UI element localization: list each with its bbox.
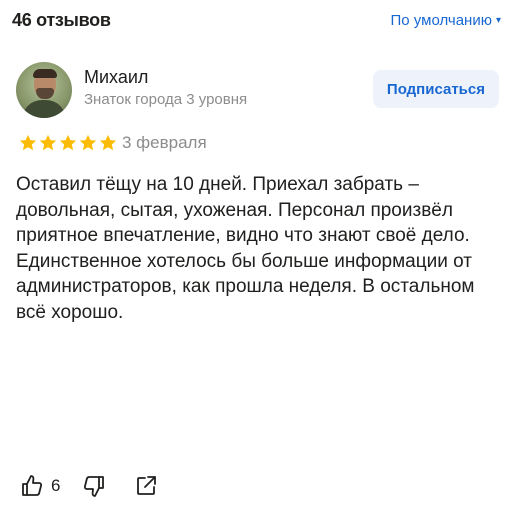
- reviews-count: 46 отзывов: [12, 9, 111, 30]
- star-icon: [39, 134, 57, 151]
- review-date: 3 февраля: [122, 133, 207, 152]
- reviews-header: 46 отзывов По умолчанию ▾: [12, 6, 501, 34]
- star-icon: [59, 134, 77, 151]
- share-button[interactable]: [134, 474, 158, 498]
- author-info: Михаил Знаток города 3 уровня: [84, 67, 247, 108]
- star-icon: [99, 134, 117, 151]
- rating-stars: [18, 133, 118, 153]
- dislike-button[interactable]: [82, 474, 106, 498]
- author-level: Знаток города 3 уровня: [84, 90, 248, 108]
- like-count: 6: [51, 476, 61, 495]
- sort-dropdown[interactable]: По умолчанию ▾: [391, 12, 501, 29]
- chevron-down-icon: ▾: [495, 14, 501, 26]
- star-icon: [19, 134, 37, 151]
- review-actions: 6: [20, 472, 158, 500]
- review-text: Оставил тёщу на 10 дней. Приехал забрать…: [16, 174, 475, 323]
- sort-label: По умолчанию: [390, 11, 492, 29]
- thumb-up-icon: [22, 475, 43, 496]
- avatar[interactable]: [16, 62, 72, 118]
- author-name[interactable]: Михаил: [84, 67, 247, 88]
- share-icon: [137, 476, 157, 495]
- review-author: Михаил Знаток города 3 уровня Подписатьс…: [16, 62, 499, 118]
- thumb-down-icon: [84, 476, 105, 497]
- subscribe-button[interactable]: Подписаться: [372, 70, 499, 108]
- review-meta: 3 февраля: [18, 133, 207, 153]
- star-icon: [79, 134, 97, 151]
- like-button[interactable]: 6: [20, 474, 60, 498]
